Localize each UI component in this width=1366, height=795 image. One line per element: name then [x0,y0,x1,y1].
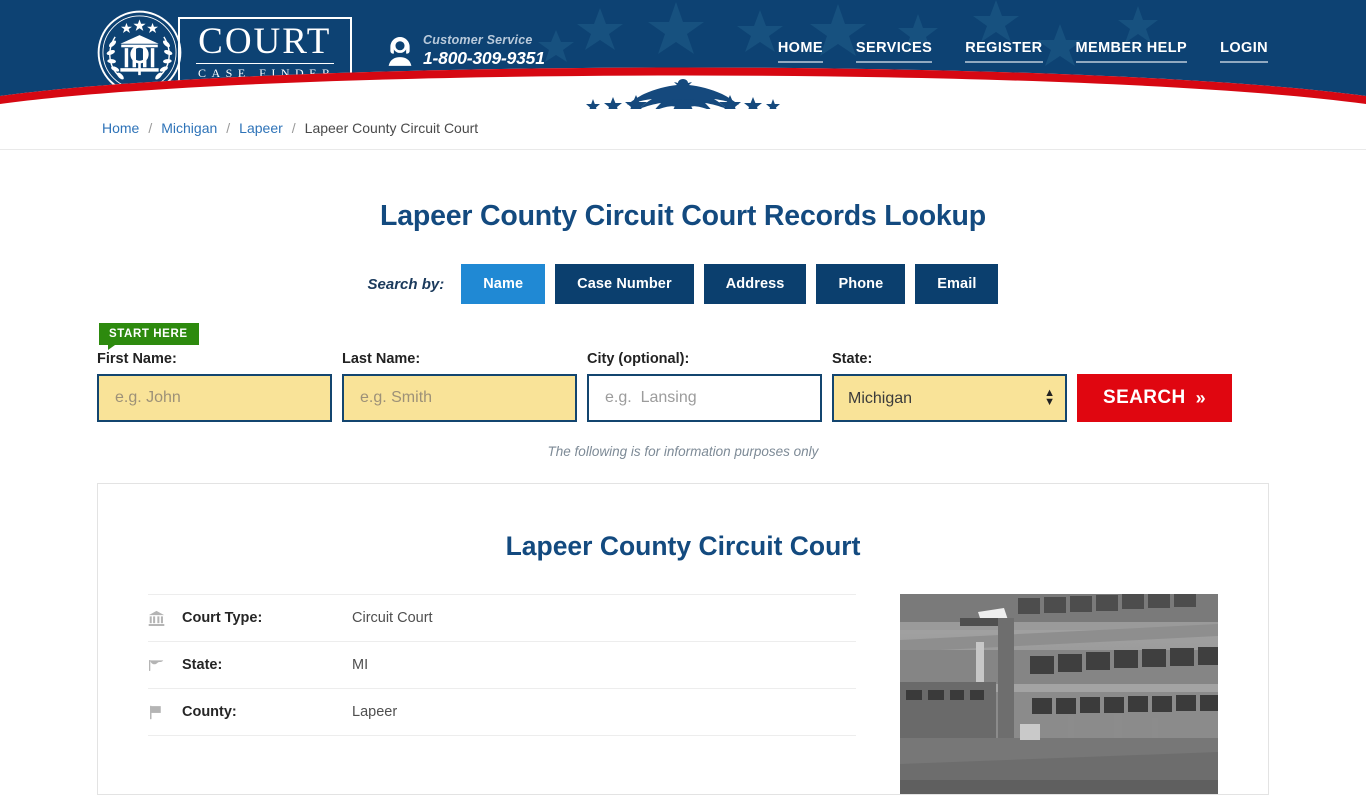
customer-service-block: Customer Service 1-800-309-9351 [386,33,545,69]
main-navigation: HOME SERVICES REGISTER MEMBER HELP LOGIN [777,40,1268,63]
search-form: START HERE First Name: Last Name: City (… [97,304,1269,423]
breadcrumb: Home / Michigan / Lapeer / Lapeer County… [0,120,478,136]
headset-icon [388,37,412,66]
nav-item-member-help[interactable]: MEMBER HELP [1075,40,1188,63]
court-details-list: Court Type: Circuit Court State: MI Coun… [148,594,856,794]
logo-divider [196,63,334,65]
city-input[interactable] [587,374,822,423]
county-label: County: [182,704,237,721]
county-value: Lapeer [352,704,398,721]
table-row: County: Lapeer [148,688,856,735]
table-row-divider [148,735,856,737]
court-info-card: Lapeer County Circuit Court Court Type: … [97,483,1269,795]
eagle-stars-emblem [586,79,780,109]
breadcrumb-bar: Home / Michigan / Lapeer / Lapeer County… [0,107,1366,150]
search-button[interactable]: SEARCH » [1077,374,1233,423]
logo-title: COURT [198,20,332,62]
state-select[interactable]: Michigan [832,374,1067,423]
state-detail-value: MI [352,657,369,674]
customer-service-phone[interactable]: 1-800-309-9351 [423,48,545,69]
last-name-label: Last Name: [342,351,421,368]
tab-case-number[interactable]: Case Number [555,264,694,305]
courthouse-building-photo [900,594,1218,795]
bank-icon [148,610,182,627]
nav-item-home[interactable]: HOME [777,40,823,63]
first-name-input[interactable] [97,374,332,423]
main-content: Lapeer County Circuit Court Records Look… [0,199,1366,795]
search-form-fields: First Name: Last Name: City (optional): … [97,351,1269,423]
state-label: State: [832,351,873,368]
nav-item-register[interactable]: REGISTER [965,40,1043,63]
page-title: Lapeer County Circuit Court Records Look… [380,200,986,232]
tab-email[interactable]: Email [915,264,999,305]
table-row: State: MI [148,641,856,688]
court-card-body: Court Type: Circuit Court State: MI Coun… [98,594,1268,795]
nav-item-services[interactable]: SERVICES [855,40,933,63]
search-by-tabs: Search by: Name Case Number Address Phon… [0,264,1366,305]
tab-name[interactable]: Name [461,264,546,305]
nav-item-login[interactable]: LOGIN [1220,40,1268,63]
state-detail-label: State: [182,657,223,674]
court-type-label: Court Type: [182,610,263,627]
breadcrumb-item-home[interactable]: Home [102,120,139,136]
table-row: Court Type: Circuit Court [148,594,856,641]
breadcrumb-item-michigan[interactable]: Michigan [161,120,217,136]
last-name-input[interactable] [342,374,577,423]
breadcrumb-separator: / [226,120,231,136]
flag-icon [148,704,182,721]
flag-waving-icon [148,657,182,674]
breadcrumb-separator: / [148,120,153,136]
customer-service-label: Customer Service [423,33,533,47]
start-here-badge: START HERE [99,323,199,351]
disclaimer-text: The following is for information purpose… [547,444,819,460]
court-name-title: Lapeer County Circuit Court [505,531,861,562]
breadcrumb-item-current: Lapeer County Circuit Court [304,120,479,136]
first-name-label: First Name: [97,351,177,368]
city-label: City (optional): [587,351,690,368]
search-by-label: Search by: [367,275,445,293]
tab-phone[interactable]: Phone [816,264,906,305]
court-type-value: Circuit Court [352,610,433,627]
chevron-right-icon: » [1195,387,1207,408]
tab-address[interactable]: Address [703,264,807,305]
search-button-label: SEARCH [1103,387,1186,409]
breadcrumb-item-lapeer[interactable]: Lapeer [239,120,283,136]
breadcrumb-separator: / [291,120,296,136]
